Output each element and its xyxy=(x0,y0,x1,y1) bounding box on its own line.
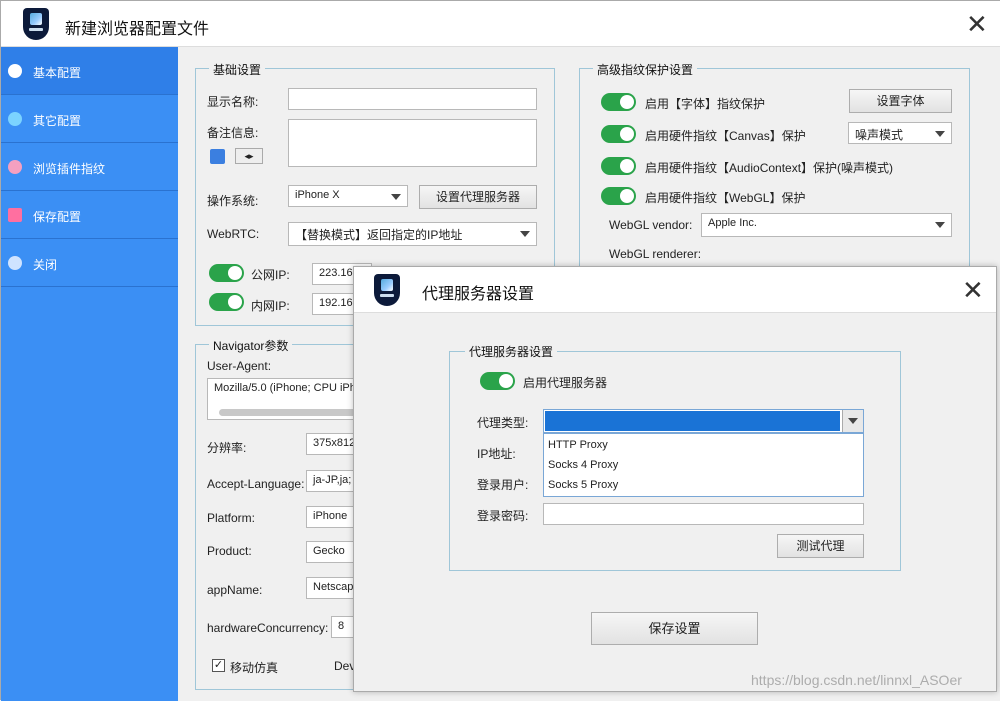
product-label: Product: xyxy=(207,544,252,558)
dropdown-option-socks4[interactable]: Socks 4 Proxy xyxy=(544,456,862,476)
webgl-protect-label: 启用硬件指纹【WebGL】保护 xyxy=(645,191,806,205)
canvas-protect-toggle[interactable] xyxy=(601,125,636,143)
compass-icon xyxy=(8,64,22,78)
resolution-label: 分辨率: xyxy=(207,441,247,455)
dropdown-option-http[interactable]: HTTP Proxy xyxy=(544,436,862,456)
test-proxy-button[interactable]: 测试代理 xyxy=(777,534,864,558)
ip-address-label: IP地址: xyxy=(477,447,516,461)
save-icon xyxy=(8,208,22,222)
sidebar-item-other[interactable]: 其它配置 xyxy=(1,95,178,143)
display-name-input[interactable] xyxy=(288,88,537,110)
dialog-title: 代理服务器设置 xyxy=(422,286,535,303)
appname-label: appName: xyxy=(207,583,263,597)
dropdown-button[interactable] xyxy=(842,410,863,432)
close-icon[interactable]: ✕ xyxy=(966,11,988,37)
chevron-down-icon xyxy=(935,131,945,137)
title-bar: 新建浏览器配置文件 ✕ xyxy=(1,1,1000,47)
enable-proxy-label: 启用代理服务器 xyxy=(523,376,608,390)
canvas-mode-value: 噪声模式 xyxy=(855,128,904,142)
group-title: 高级指纹保护设置 xyxy=(593,61,698,78)
set-proxy-button[interactable]: 设置代理服务器 xyxy=(419,185,537,209)
save-settings-button[interactable]: 保存设置 xyxy=(591,612,758,645)
plugin-icon xyxy=(8,160,22,174)
chevron-down-icon xyxy=(848,418,858,424)
chevron-down-icon xyxy=(935,222,945,228)
remark-textarea[interactable] xyxy=(288,119,537,167)
canvas-mode-select[interactable]: 噪声模式 xyxy=(848,122,952,144)
chevron-down-icon xyxy=(391,194,401,200)
mobile-emulation-checkbox[interactable]: ✓ xyxy=(212,659,225,672)
proxy-dialog: 代理服务器设置 ✕ 代理服务器设置 启用代理服务器 代理类型: IP地址: 登录… xyxy=(353,266,997,692)
canvas-protect-label: 启用硬件指纹【Canvas】保护 xyxy=(645,129,806,143)
accept-language-label: Accept-Language: xyxy=(207,477,305,491)
dialog-title-bar: 代理服务器设置 ✕ xyxy=(354,267,996,313)
login-password-input[interactable] xyxy=(543,503,864,525)
sidebar-item-save[interactable]: 保存配置 xyxy=(1,191,178,239)
chevron-down-icon xyxy=(520,231,530,237)
login-password-label: 登录密码: xyxy=(477,509,529,523)
platform-label: Platform: xyxy=(207,511,256,525)
sidebar-item-close[interactable]: 关闭 xyxy=(1,239,178,287)
webgl-vendor-value: Apple Inc. xyxy=(708,217,757,229)
window-title: 新建浏览器配置文件 xyxy=(65,21,210,38)
proxy-type-select[interactable] xyxy=(543,409,864,433)
sidebar-item-basic[interactable]: 基本配置 xyxy=(1,47,178,95)
sidebar-item-label: 关闭 xyxy=(33,258,58,272)
font-protect-label: 启用【字体】指纹保护 xyxy=(645,97,766,111)
sidebar-item-plugin[interactable]: 浏览插件指纹 xyxy=(1,143,178,191)
proxy-type-selected xyxy=(545,411,840,431)
font-protect-toggle[interactable] xyxy=(601,93,636,111)
webgl-vendor-label: WebGL vendor: xyxy=(609,218,693,232)
webgl-renderer-label: WebGL renderer: xyxy=(609,247,702,261)
remark-label: 备注信息: xyxy=(207,126,259,140)
webgl-protect-toggle[interactable] xyxy=(601,187,636,205)
webrtc-label: WebRTC: xyxy=(207,227,260,241)
set-font-button[interactable]: 设置字体 xyxy=(849,89,952,113)
mobile-emulation-label: 移动仿真 xyxy=(230,661,279,675)
group-title: 代理服务器设置 xyxy=(465,343,558,360)
os-select[interactable]: iPhone X xyxy=(288,185,408,207)
app-logo-icon xyxy=(374,274,400,306)
sidebar: 基本配置 其它配置 浏览插件指纹 保存配置 关闭 xyxy=(1,47,178,701)
webgl-vendor-select[interactable]: Apple Inc. xyxy=(701,213,952,237)
user-agent-value: Mozilla/5.0 (iPhone; CPU iPhone xyxy=(214,382,367,394)
local-ip-label: 内网IP: xyxy=(251,299,290,313)
watermark-text: https://blog.csdn.net/linnxl_ASOer xyxy=(751,672,962,688)
sidebar-item-label: 浏览插件指纹 xyxy=(33,162,106,176)
sidebar-item-label: 其它配置 xyxy=(33,114,82,128)
login-user-label: 登录用户: xyxy=(477,478,529,492)
group-title: Navigator参数 xyxy=(209,337,293,354)
close-circle-icon xyxy=(8,256,22,270)
app-logo-icon xyxy=(23,8,49,40)
webrtc-select-value: 【替换模式】返回指定的IP地址 xyxy=(295,228,463,242)
webrtc-select[interactable]: 【替换模式】返回指定的IP地址 xyxy=(288,222,537,246)
scroll-arrows-icon[interactable]: ◂▸ xyxy=(235,148,263,164)
sidebar-item-label: 保存配置 xyxy=(33,210,82,224)
audio-protect-label: 启用硬件指纹【AudioContext】保护(噪声模式) xyxy=(645,161,894,175)
proxy-type-dropdown: HTTP Proxy Socks 4 Proxy Socks 5 Proxy xyxy=(543,433,864,497)
local-ip-toggle[interactable] xyxy=(209,293,244,311)
group-title: 基础设置 xyxy=(209,61,266,78)
sidebar-item-label: 基本配置 xyxy=(33,66,82,80)
enable-proxy-toggle[interactable] xyxy=(480,372,515,390)
chrome-icon xyxy=(8,112,22,126)
os-select-value: iPhone X xyxy=(295,189,340,201)
home-icon[interactable] xyxy=(210,149,225,164)
public-ip-label: 公网IP: xyxy=(251,268,290,282)
scrollbar[interactable] xyxy=(219,409,359,416)
proxy-type-label: 代理类型: xyxy=(477,416,529,430)
user-agent-label: User-Agent: xyxy=(207,359,272,373)
hardware-concurrency-label: hardwareConcurrency: xyxy=(207,621,329,635)
dropdown-option-socks5[interactable]: Socks 5 Proxy xyxy=(544,476,862,496)
public-ip-toggle[interactable] xyxy=(209,264,244,282)
close-icon[interactable]: ✕ xyxy=(962,277,984,303)
audio-protect-toggle[interactable] xyxy=(601,157,636,175)
os-label: 操作系统: xyxy=(207,194,259,208)
display-name-label: 显示名称: xyxy=(207,95,259,109)
